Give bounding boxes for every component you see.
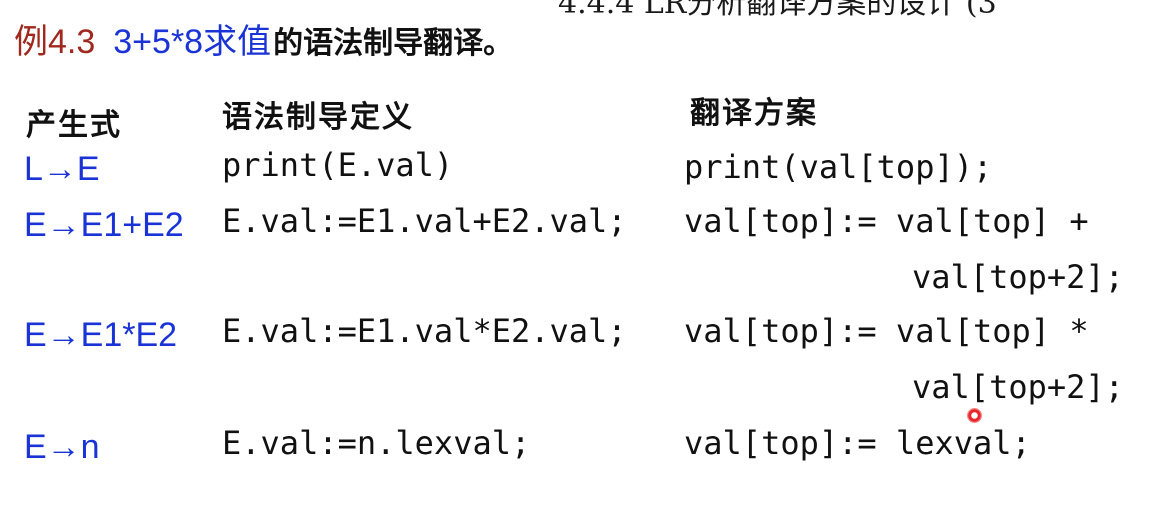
row-scheme: print(val[top]);	[684, 148, 993, 186]
row-definition: E.val:=n.lexval;	[222, 424, 531, 462]
slide: 4.4.4 LR分析翻译方案的设计 (3 例4.3 3+5*8求值 的语法制导翻…	[0, 0, 1158, 522]
row-definition: print(E.val)	[222, 146, 454, 184]
row-production: L→E	[24, 150, 100, 188]
slide-title: 例4.3 3+5*8求值 的语法制导翻译。	[14, 14, 513, 62]
row-scheme: val[top]:= val[top] +	[684, 202, 1089, 240]
title-expression: 3+5*8求值	[113, 23, 272, 61]
row-definition: E.val:=E1.val+E2.val;	[222, 202, 627, 240]
laser-pointer-dot	[967, 408, 982, 423]
header-definition: 语法制导定义	[222, 100, 414, 135]
row-scheme-continuation: val[top+2];	[912, 368, 1124, 406]
title-rest: 的语法制导翻译。	[273, 26, 514, 61]
example-number: 例4.3	[14, 23, 96, 61]
row-production: E→n	[24, 428, 100, 466]
row-scheme: val[top]:= lexval;	[684, 424, 1031, 462]
row-scheme: val[top]:= val[top] *	[684, 312, 1089, 350]
row-scheme-continuation: val[top+2];	[912, 258, 1124, 296]
row-definition: E.val:=E1.val*E2.val;	[222, 312, 627, 350]
row-production: E→E1+E2	[24, 206, 184, 244]
header-production: 产生式	[26, 108, 122, 143]
row-production: E→E1*E2	[24, 316, 178, 354]
header-scheme: 翻译方案	[690, 96, 818, 131]
cut-off-section-heading: 4.4.4 LR分析翻译方案的设计 (3	[558, 0, 997, 21]
